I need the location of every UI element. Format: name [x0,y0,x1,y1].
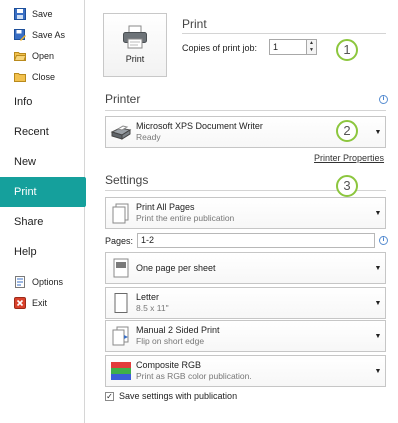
print-range-main: Print All Pages [136,202,195,212]
pages-label: Pages: [105,236,134,246]
save-settings-checkbox[interactable]: ✓ [105,391,114,401]
sidebar-item-label: Info [14,96,33,108]
sidebar-item-label: Print [14,186,37,198]
save-settings-label: Save settings with publication [119,391,238,401]
sidebar-item-help[interactable]: Help [0,237,84,267]
color-sub: Print as RGB color publication. [136,371,252,381]
printer-section-title: Printer [105,92,141,106]
sidebar-item-new[interactable]: New [0,147,84,177]
sidebar-item-print[interactable]: Print [0,177,95,207]
sidebar-item-exit[interactable]: Exit [0,292,84,313]
sidebar-item-label: Close [32,71,56,82]
settings-section-title: Settings [105,173,149,187]
sidebar-item-label: Exit [32,297,48,308]
callout-2: 2 [336,120,358,142]
sidebar-item-close[interactable]: Close [0,66,84,87]
duplex-icon [110,325,132,347]
print-panel: Print Print Copies of print job: 1 ▲ ▼ 1… [86,0,398,423]
callout-3: 3 [336,175,358,197]
paper-icon [110,292,132,314]
save-icon [14,7,26,20]
print-button[interactable]: Print [103,13,167,77]
print-section-title: Print [182,17,207,31]
page-layout-main: One page per sheet [136,262,216,273]
sidebar-item-save-as[interactable]: Save As [0,24,84,45]
options-icon [14,275,26,288]
page-layout-dropdown[interactable]: One page per sheet ▼ [105,252,386,284]
dropdown-arrow-icon: ▼ [374,128,382,136]
paper-size-dropdown[interactable]: Letter 8.5 x 11" ▼ [105,287,386,319]
spinner-up-icon[interactable]: ▲ [307,40,316,47]
printer-icon [122,25,148,51]
exit-icon [14,296,26,309]
close-document-icon [14,71,26,83]
dropdown-arrow-icon: ▼ [374,367,382,375]
sidebar-item-open[interactable]: Open [0,45,84,66]
info-icon[interactable]: i [379,236,388,245]
sidebar-item-recent[interactable]: Recent [0,117,84,147]
backstage-sidebar: Save Save As Open Close Info Recent New … [0,0,95,423]
sidebar-item-label: Open [32,50,55,61]
paper-size-main: Letter [136,292,160,302]
print-button-label: Print [125,54,145,64]
callout-1: 1 [336,39,358,61]
save-settings-row[interactable]: ✓ Save settings with publication [105,391,237,401]
print-section-divider [182,33,386,34]
sidebar-item-share[interactable]: Share [0,207,84,237]
duplex-sub: Flip on short edge [136,336,205,346]
printer-device-icon [110,121,132,143]
sidebar-item-label: Recent [14,126,49,138]
copies-label: Copies of print job: [182,43,258,53]
copies-spinner[interactable]: ▲ ▼ [307,39,317,55]
printer-section-divider [105,110,386,111]
spinner-down-icon[interactable]: ▼ [307,47,316,54]
sidebar-item-label: Options [32,276,64,287]
open-folder-icon [13,50,27,62]
sidebar-item-options[interactable]: Options [0,271,84,292]
print-range-dropdown[interactable]: Print All Pages Print the entire publica… [105,197,386,229]
duplex-dropdown[interactable]: Manual 2 Sided Print Flip on short edge … [105,320,386,352]
sidebar-item-info[interactable]: Info [0,87,84,117]
rgb-color-icon [110,360,132,382]
single-page-icon [110,257,132,279]
dropdown-arrow-icon: ▼ [374,332,382,340]
color-dropdown[interactable]: Composite RGB Print as RGB color publica… [105,355,386,387]
copies-input[interactable]: 1 [269,39,307,55]
print-range-sub: Print the entire publication [136,213,235,223]
sidebar-item-save[interactable]: Save [0,3,84,24]
printer-properties-link[interactable]: Printer Properties [314,153,384,163]
info-icon[interactable]: i [379,95,388,104]
pages-input[interactable]: 1-2 [137,233,375,248]
color-main: Composite RGB [136,360,202,370]
sidebar-item-label: New [14,156,37,168]
save-as-icon [14,28,26,41]
dropdown-arrow-icon: ▼ [374,264,382,272]
sidebar-item-label: Share [14,216,44,228]
dropdown-arrow-icon: ▼ [374,209,382,217]
pages-icon [110,202,132,224]
sidebar-item-label: Save [32,8,53,19]
dropdown-arrow-icon: ▼ [374,299,382,307]
paper-size-sub: 8.5 x 11" [136,303,169,313]
sidebar-item-label: Save As [32,29,66,40]
sidebar-item-label: Help [14,246,37,258]
duplex-main: Manual 2 Sided Print [136,325,220,335]
